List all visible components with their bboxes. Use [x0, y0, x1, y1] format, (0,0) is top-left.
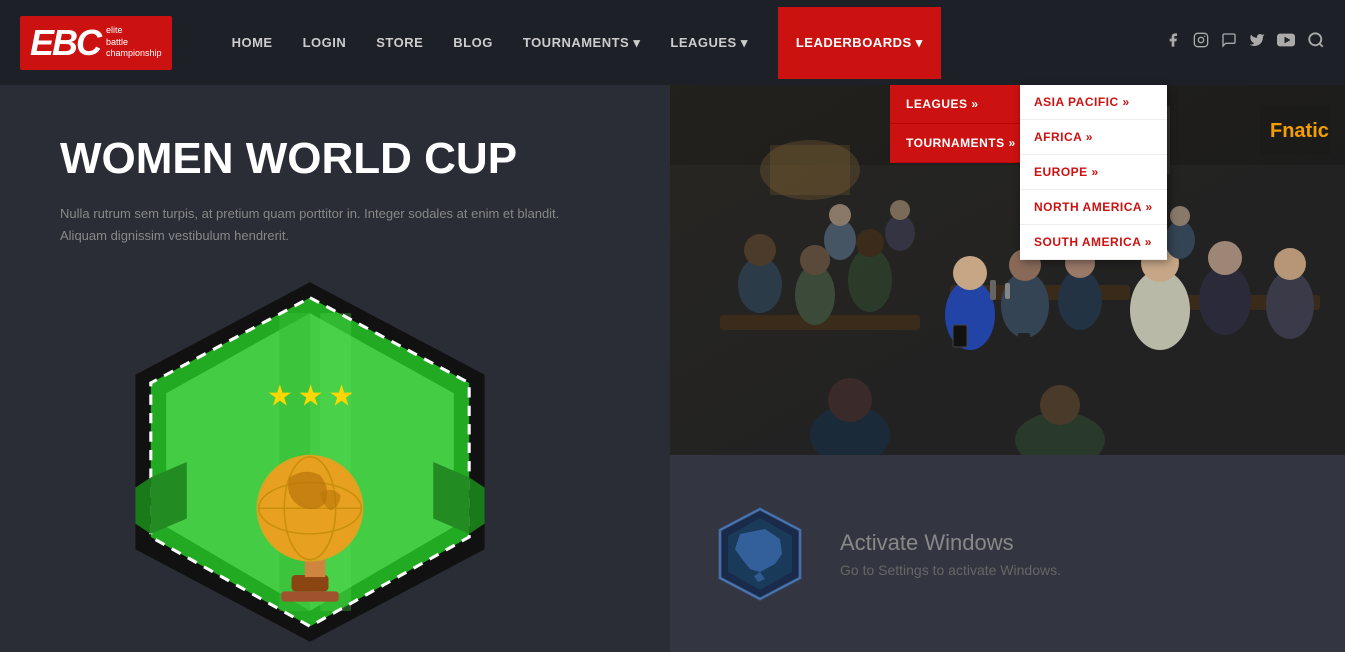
- svg-text:★: ★: [267, 381, 293, 413]
- sub-africa[interactable]: AFRICA »: [1020, 120, 1167, 155]
- leaderboards-dropdown: LEAGUES » TOURNAMENTS »: [890, 85, 1032, 163]
- facebook-icon[interactable]: [1165, 32, 1181, 53]
- viber-icon[interactable]: [1221, 32, 1237, 53]
- social-icons: [1165, 31, 1325, 54]
- nav-store[interactable]: STORE: [376, 35, 423, 50]
- logo-area[interactable]: EBC elite battle championship: [20, 16, 172, 70]
- twitter-icon[interactable]: [1249, 32, 1265, 53]
- sub-europe[interactable]: EUROPE »: [1020, 155, 1167, 190]
- logo-subtitle: elite battle championship: [106, 25, 162, 60]
- nav-home[interactable]: HOME: [232, 35, 273, 50]
- nav-leaderboards[interactable]: LEADERBOARDS ▾: [778, 7, 941, 79]
- youtube-icon[interactable]: [1277, 33, 1295, 52]
- hero-description: Nulla rutrum sem turpis, at pretium quam…: [60, 203, 560, 247]
- svg-text:★: ★: [328, 381, 354, 413]
- activate-title: Activate Windows: [840, 530, 1061, 556]
- main-nav: HOME LOGIN STORE BLOG TOURNAMENTS ▾ LEAG…: [232, 7, 1165, 79]
- trophy-area: ★ ★ ★: [100, 272, 520, 652]
- north-america-badge: [710, 504, 810, 604]
- svg-text:★: ★: [298, 381, 324, 413]
- right-panel: Fnatic: [670, 85, 1345, 652]
- logo-ebc: EBC: [30, 22, 100, 64]
- left-panel: WOMEN WORLD CUP Nulla rutrum sem turpis,…: [0, 85, 670, 652]
- hero-title: WOMEN WORLD CUP: [60, 135, 630, 183]
- activate-banner: Activate Windows Go to Settings to activ…: [670, 455, 1345, 652]
- trophy-badge-svg: ★ ★ ★: [100, 272, 520, 652]
- logo-box: EBC elite battle championship: [20, 16, 172, 70]
- sub-south-america[interactable]: SOUTH AMERICA »: [1020, 225, 1167, 260]
- header: EBC elite battle championship HOME LOGIN…: [0, 0, 1345, 85]
- activate-text: Activate Windows Go to Settings to activ…: [840, 530, 1061, 578]
- sub-north-america[interactable]: NORTH AMERICA »: [1020, 190, 1167, 225]
- nav-blog[interactable]: BLOG: [453, 35, 493, 50]
- nav-tournaments[interactable]: TOURNAMENTS ▾: [523, 35, 641, 51]
- nav-login[interactable]: LOGIN: [303, 35, 347, 50]
- activate-description: Go to Settings to activate Windows.: [840, 562, 1061, 578]
- dd-leagues[interactable]: LEAGUES »: [890, 85, 1032, 124]
- nav-leagues[interactable]: LEAGUES ▾: [670, 35, 747, 51]
- instagram-icon[interactable]: [1193, 32, 1209, 53]
- tournaments-submenu: ASIA PACIFIC » AFRICA » EUROPE » NORTH A…: [1020, 85, 1167, 260]
- dd-tournaments[interactable]: TOURNAMENTS »: [890, 124, 1032, 163]
- search-icon-btn[interactable]: [1307, 31, 1325, 54]
- sub-asia-pacific[interactable]: ASIA PACIFIC »: [1020, 85, 1167, 120]
